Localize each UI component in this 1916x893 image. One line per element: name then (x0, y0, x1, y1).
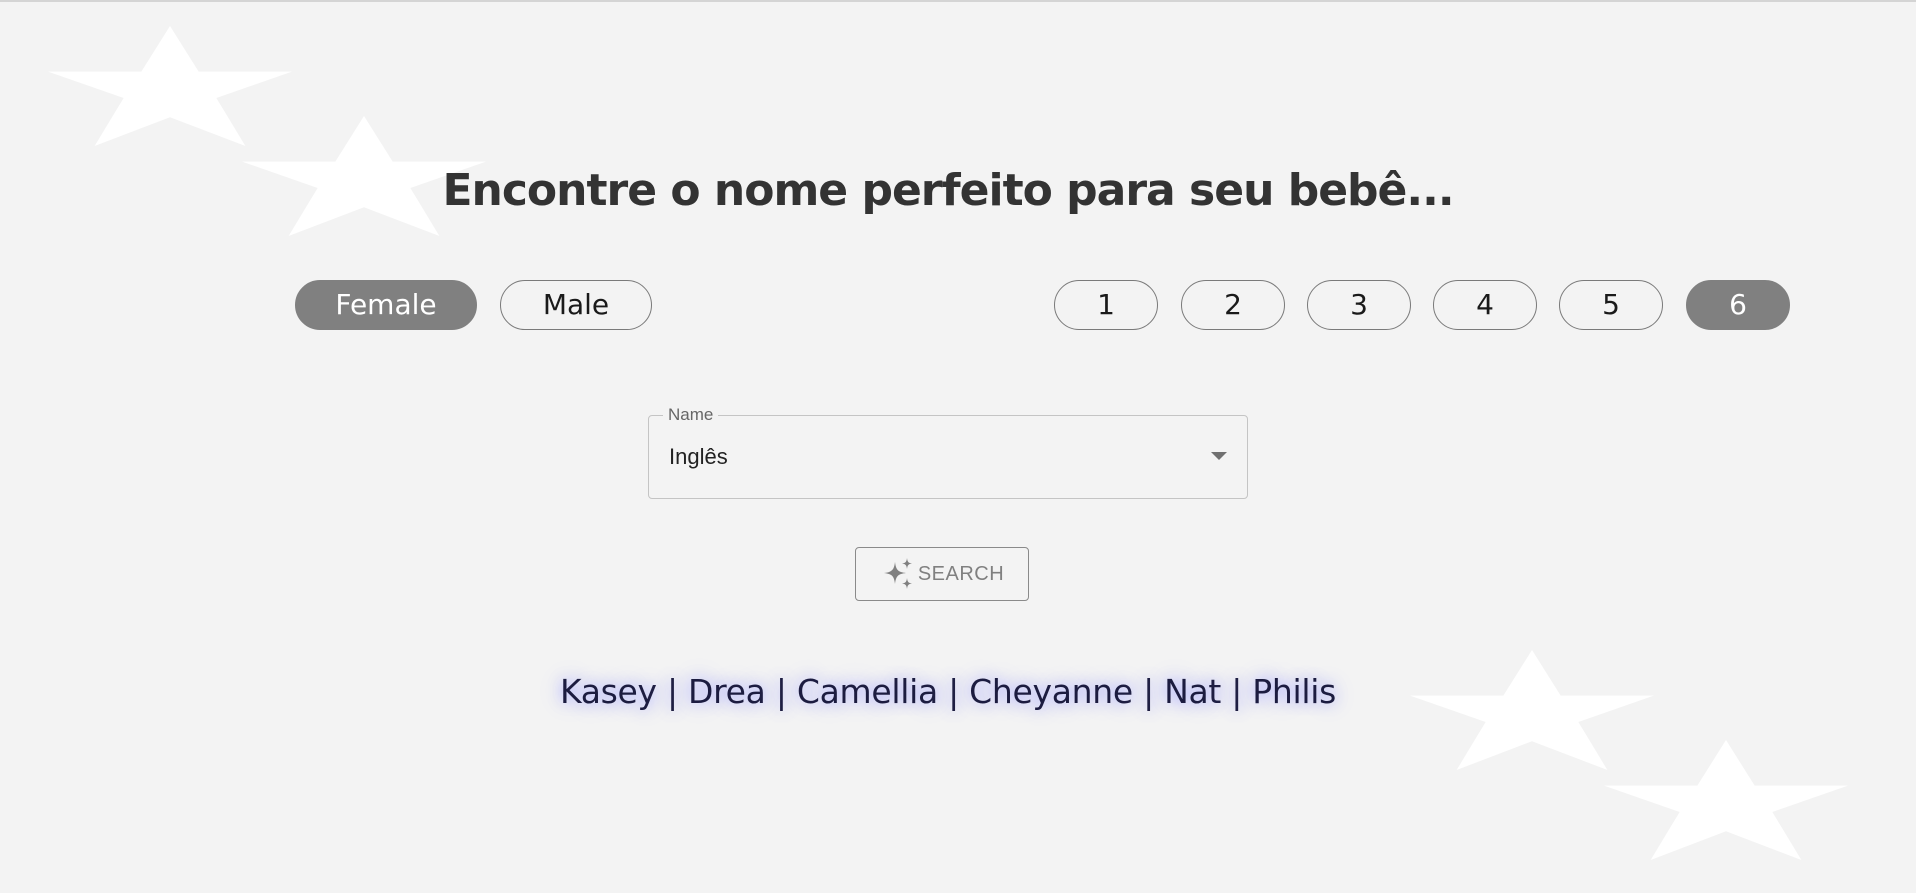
length-1-button[interactable]: 1 (1054, 280, 1158, 330)
star-icon (1604, 740, 1848, 860)
length-5-button[interactable]: 5 (1559, 280, 1663, 330)
result-separator: | (948, 672, 959, 711)
result-name: Kasey (559, 672, 657, 711)
caret-down-icon[interactable] (1211, 452, 1227, 460)
sparkle-icon (883, 558, 912, 589)
result-separator: | (775, 672, 787, 711)
results-list: Kasey | Drea | Camellia | Cheyanne | Nat… (0, 670, 1896, 714)
result-separator: | (1143, 672, 1154, 711)
gender-female-button[interactable]: Female (295, 280, 477, 330)
result-name: Drea (688, 672, 766, 711)
length-6-button[interactable]: 6 (1686, 280, 1790, 330)
length-3-button[interactable]: 3 (1307, 280, 1411, 330)
result-separator: | (667, 672, 678, 711)
result-name: Philis (1252, 672, 1337, 711)
gender-male-button[interactable]: Male (500, 280, 652, 330)
length-2-button[interactable]: 2 (1181, 280, 1285, 330)
page: Encontre o nome perfeito para seu bebê..… (0, 0, 1916, 893)
result-name: Camellia (796, 672, 938, 711)
origin-select-label: Name (663, 405, 719, 425)
origin-select-value: Inglês (669, 444, 728, 469)
page-title: Encontre o nome perfeito para seu bebê..… (442, 165, 1454, 216)
result-name: Nat (1164, 672, 1222, 711)
result-separator: | (1231, 672, 1243, 711)
search-button-label: SEARCH (917, 562, 1005, 585)
result-name: Cheyanne (969, 672, 1133, 711)
length-4-button[interactable]: 4 (1433, 280, 1537, 330)
search-button[interactable]: SEARCH (855, 547, 1029, 601)
origin-select[interactable]: Name Inglês (648, 405, 1248, 499)
